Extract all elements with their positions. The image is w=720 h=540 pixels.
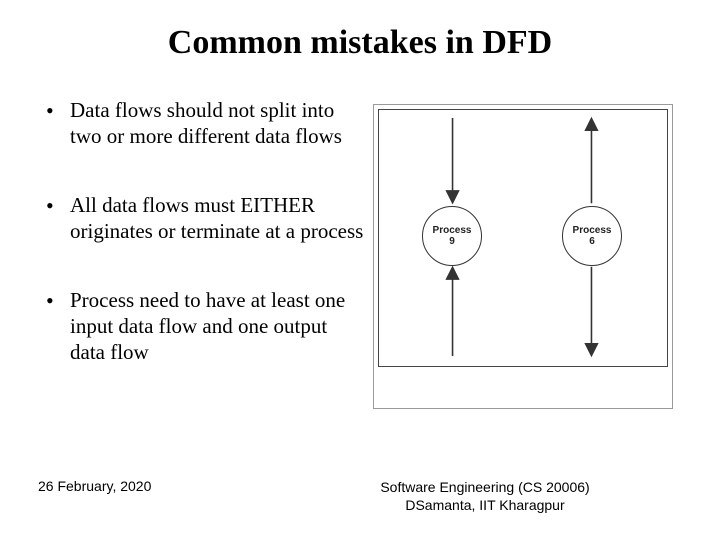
footer-course: Software Engineering (CS 20006): [250, 478, 720, 496]
content-area: Data flows should not split into two or …: [0, 62, 720, 409]
footer-center: Software Engineering (CS 20006) DSamanta…: [250, 478, 720, 514]
slide-title: Common mistakes in DFD: [0, 0, 720, 62]
bullet-item: Data flows should not split into two or …: [38, 98, 365, 149]
process-num: 9: [449, 236, 455, 248]
bullet-item: All data flows must EITHER originates or…: [38, 193, 365, 244]
dfd-figure: Process 9 Process 6: [373, 104, 673, 409]
process-num: 6: [589, 236, 595, 248]
process-label: Process: [573, 225, 612, 237]
dfd-figure-inner: Process 9 Process 6: [378, 109, 668, 367]
bullet-list: Data flows should not split into two or …: [0, 98, 365, 409]
slide-footer: 26 February, 2020 Software Engineering (…: [0, 478, 720, 514]
footer-date: 26 February, 2020: [0, 478, 250, 514]
footer-author: DSamanta, IIT Kharagpur: [250, 496, 720, 514]
process-node-6: Process 6: [562, 206, 622, 266]
process-node-9: Process 9: [422, 206, 482, 266]
process-label: Process: [433, 225, 472, 237]
bullet-item: Process need to have at least one input …: [38, 288, 365, 365]
